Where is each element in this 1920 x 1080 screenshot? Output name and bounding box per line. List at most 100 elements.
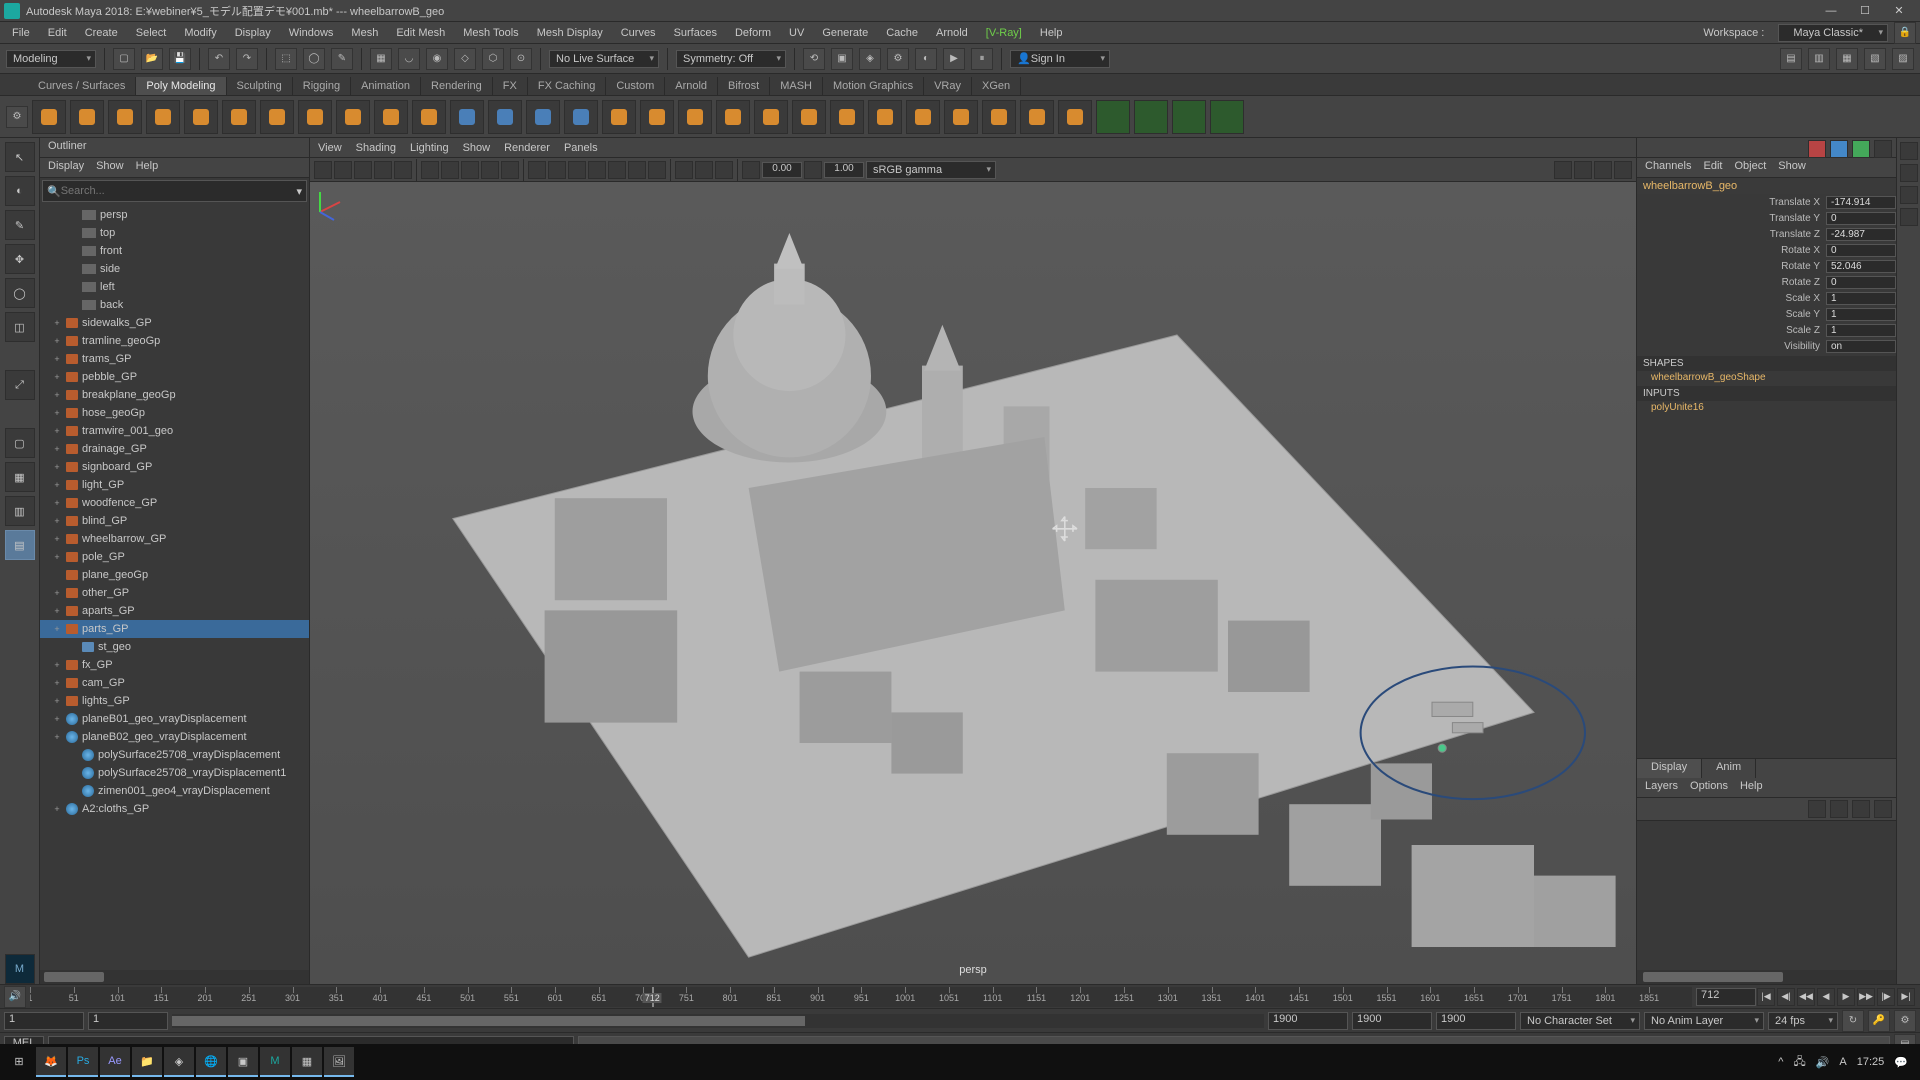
vp-exposure-field[interactable]: 0.00 [762,162,802,178]
vp-safe-action-icon[interactable] [501,161,519,179]
task-explorer-icon[interactable]: 📁 [132,1047,162,1077]
shelf-cone-icon[interactable] [146,100,180,134]
shelf-cube-icon[interactable] [70,100,104,134]
attr-value-field[interactable]: 1 [1826,292,1896,305]
vp-xray-icon[interactable] [695,161,713,179]
cb-reset-icon[interactable] [1874,140,1892,158]
shelf-tab-animation[interactable]: Animation [351,77,421,95]
outliner-node[interactable]: back [40,296,309,314]
play-back-icon[interactable]: ◀ [1817,988,1835,1006]
outliner-node[interactable]: persp [40,206,309,224]
playback-end-field[interactable]: 1900 [1268,1012,1348,1030]
outliner-node[interactable]: +parts_GP [40,620,309,638]
shelf-tab-rendering[interactable]: Rendering [421,77,493,95]
shelf-sculpt-icon[interactable] [488,100,522,134]
task-chrome-icon[interactable]: 🌐 [196,1047,226,1077]
rotate-tool-icon[interactable]: ◯ [5,278,35,308]
outliner-tree[interactable]: persptopfrontsideleftback+sidewalks_GP+t… [40,204,309,970]
input-node[interactable]: polyUnite16 [1637,401,1896,414]
outliner-menu-show[interactable]: Show [96,160,124,175]
outliner-node[interactable]: left [40,278,309,296]
range-slider[interactable] [172,1014,1264,1028]
outliner-menu-help[interactable]: Help [136,160,159,175]
outliner-node[interactable]: +blind_GP [40,512,309,530]
menu-mesh[interactable]: Mesh [343,25,386,41]
layer-move-up-icon[interactable] [1808,800,1826,818]
viewport-menu-panels[interactable]: Panels [564,142,598,154]
start-button[interactable]: ⊞ [4,1047,34,1077]
task-app1-icon[interactable]: ◈ [164,1047,194,1077]
go-end-icon[interactable]: ▶| [1897,988,1915,1006]
shelf-separate-icon[interactable] [640,100,674,134]
hypershade-icon[interactable]: ◐ [915,48,937,70]
paint-tool-icon[interactable]: ✎ [5,210,35,240]
four-pane-icon[interactable]: ▦ [5,462,35,492]
outliner-menu-display[interactable]: Display [48,160,84,175]
task-firefox-icon[interactable]: 🦊 [36,1047,66,1077]
layer-tab-anim[interactable]: Anim [1702,759,1756,778]
outliner-node[interactable]: zimen001_geo4_vrayDisplacement [40,782,309,800]
shelf-torus-icon[interactable] [184,100,218,134]
vp-exposure-icon[interactable] [742,161,760,179]
shape-node[interactable]: wheelbarrowB_geoShape [1637,371,1896,384]
attr-value-field[interactable]: 52.046 [1826,260,1896,273]
snap-plane-icon[interactable]: ◇ [454,48,476,70]
vp-textured-icon[interactable] [568,161,586,179]
outliner-node[interactable]: +sidewalks_GP [40,314,309,332]
menu-curves[interactable]: Curves [613,25,664,41]
task-photoshop-icon[interactable]: Ps [68,1047,98,1077]
shelf-tab-vray[interactable]: VRay [924,77,972,95]
toggle-hud-icon[interactable]: ▥ [1808,48,1830,70]
fps-dropdown[interactable]: 24 fps [1768,1012,1838,1030]
menu-edit[interactable]: Edit [40,25,75,41]
step-forward-key-icon[interactable]: |▶ [1877,988,1895,1006]
vp-gamma-field[interactable]: 1.00 [824,162,864,178]
outliner-node[interactable]: polySurface25708_vrayDisplacement1 [40,764,309,782]
viewport-menu-show[interactable]: Show [463,142,491,154]
snap-toggle-icon[interactable]: ⊙ [510,48,532,70]
shelf-pipe-icon[interactable] [336,100,370,134]
vp-wireframe-icon[interactable] [528,161,546,179]
menu-generate[interactable]: Generate [814,25,876,41]
outliner-node[interactable]: +drainage_GP [40,440,309,458]
menu-surfaces[interactable]: Surfaces [666,25,725,41]
shelf-options-icon[interactable]: ⚙ [6,106,28,128]
attr-value-field[interactable]: 1 [1826,324,1896,337]
viewport-menu-view[interactable]: View [318,142,342,154]
outliner-pane-icon[interactable]: ▤ [5,530,35,560]
vp-motion-blur-icon[interactable] [648,161,666,179]
tray-chevron-icon[interactable]: ^ [1778,1056,1783,1068]
playback-start-field[interactable]: 1 [88,1012,168,1030]
attr-value-field[interactable]: -24.987 [1826,228,1896,241]
shelf-tab-curves-surfaces[interactable]: Curves / Surfaces [28,77,136,95]
layer-list[interactable] [1637,820,1896,970]
layers-menu-help[interactable]: Help [1740,780,1763,795]
undo-icon[interactable]: ↶ [208,48,230,70]
cb-speed-icon[interactable] [1830,140,1848,158]
attr-label[interactable]: Translate X [1637,197,1826,208]
outliner-node[interactable]: +hose_geoGp [40,404,309,422]
attr-label[interactable]: Scale Y [1637,309,1826,320]
menu-file[interactable]: File [4,25,38,41]
search-dropdown-icon[interactable]: ▾ [296,185,302,198]
character-set-dropdown[interactable]: No Character Set [1520,1012,1640,1030]
vp-select-camera-icon[interactable] [314,161,332,179]
outliner-node[interactable]: +breakplane_geoGp [40,386,309,404]
channelbox-tab-icon[interactable] [1900,186,1918,204]
symmetry-dropdown[interactable]: Symmetry: Off [676,50,786,68]
task-app3-icon[interactable]: ▦ [292,1047,322,1077]
shelf-tab-xgen[interactable]: XGen [972,77,1021,95]
outliner-node[interactable]: top [40,224,309,242]
task-maya-icon[interactable]: M [260,1047,290,1077]
cb-manipulator-icon[interactable] [1808,140,1826,158]
time-slider[interactable]: 🔊 15110115120125130135140145150155160165… [0,984,1920,1008]
outliner-hscrollbar[interactable] [40,970,309,984]
shelf-tab-fx-caching[interactable]: FX Caching [528,77,606,95]
outliner-node[interactable]: +A2:cloths_GP [40,800,309,818]
shelf-tab-sculpting[interactable]: Sculpting [227,77,293,95]
outliner-node[interactable]: +lights_GP [40,692,309,710]
menu-create[interactable]: Create [77,25,126,41]
menu-uv[interactable]: UV [781,25,812,41]
maximize-button[interactable]: ☐ [1848,0,1882,22]
vp-toggle3-icon[interactable] [1594,161,1612,179]
